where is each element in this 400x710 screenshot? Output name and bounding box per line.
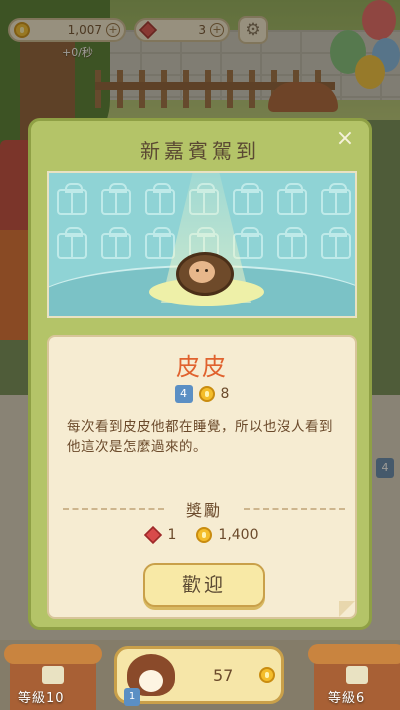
reward-gem-amount: 1 (167, 527, 177, 543)
coin-icon (196, 527, 213, 543)
guest-coin-value: 8 (220, 386, 230, 402)
left-shop[interactable]: 等級10 (4, 644, 102, 710)
reward-divider: 獎勵 (63, 497, 346, 521)
welcome-button[interactable]: 歡迎 (143, 563, 265, 607)
guest-name: 皮皮 (176, 353, 228, 381)
right-shop[interactable]: 等級6 (308, 644, 400, 710)
shop-roof (4, 644, 102, 664)
reward-items: 1 1,400 (49, 525, 355, 545)
guest-info-card: 皮皮 4 8 每次看到皮皮他都在睡覺，所以也沒人看到他這次是怎麼過來的。 獎勵 … (47, 335, 357, 619)
modal-title: 新嘉賓駕到 (140, 139, 260, 163)
right-shop-level: 等級6 (328, 691, 366, 706)
coin-icon (259, 667, 276, 683)
reward-title: 獎勵 (186, 501, 223, 520)
cat-count: 57 (213, 665, 234, 685)
cat-level-badge: 1 (124, 688, 140, 706)
page-corner-fold (339, 601, 355, 617)
new-guest-modal: 新嘉賓駕到 × 皮皮 4 8 每次看到皮皮他都在睡覺，所以也沒人看到他這次是怎麼… (28, 118, 372, 630)
gem-icon (144, 525, 163, 545)
reward-coin-amount: 1,400 (218, 527, 259, 543)
lock-icon (42, 666, 64, 684)
guest-level-badge: 4 (174, 385, 193, 403)
shop-roof (308, 644, 400, 664)
coin-icon (198, 386, 215, 402)
close-button[interactable]: × (333, 127, 357, 151)
guest-stats: 4 8 (49, 385, 355, 403)
hedgehog-guest-sprite (179, 251, 231, 293)
divider-line (244, 508, 346, 510)
guest-stage (47, 171, 357, 318)
left-shop-level: 等級10 (18, 691, 65, 706)
lock-icon (346, 666, 368, 684)
guest-description: 每次看到皮皮他都在睡覺，所以也沒人看到他這次是怎麼過來的。 (67, 419, 333, 455)
divider-line (63, 508, 164, 510)
